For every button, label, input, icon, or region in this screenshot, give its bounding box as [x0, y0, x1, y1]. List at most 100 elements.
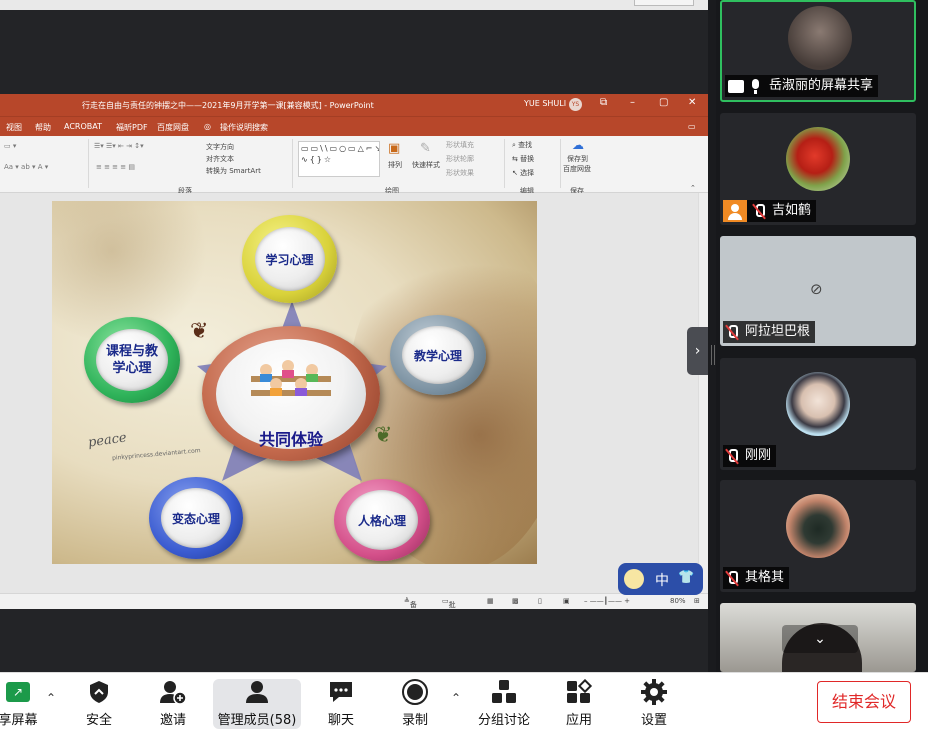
- apps-button[interactable]: 应用: [552, 679, 606, 729]
- user-icon: [723, 200, 747, 222]
- list-buttons[interactable]: ☰▾ ☰▾ ⇤ ⇥ ↕▾: [94, 142, 144, 150]
- bubble-abnormal-psychology: 变态心理: [149, 477, 243, 559]
- ime-floating-badge[interactable]: 中 👕: [618, 563, 703, 595]
- select-button[interactable]: ↖ 选择: [512, 168, 534, 178]
- avatar: [786, 127, 850, 191]
- avatar: [786, 372, 850, 436]
- convert-smartart[interactable]: 转换为 SmartArt: [206, 166, 261, 176]
- top-button[interactable]: [634, 0, 694, 6]
- slide-signature: peace: [87, 430, 128, 451]
- participant-tile[interactable]: 其格其: [720, 480, 916, 592]
- end-meeting-button[interactable]: 结束会议: [817, 681, 911, 723]
- font-controls[interactable]: Aa ▾ ab ▾ A ▾: [4, 163, 48, 171]
- fit-slide-icon[interactable]: ⊞: [694, 597, 700, 605]
- align-buttons[interactable]: ≡ ≡ ≡ ≡ ▤: [96, 163, 135, 171]
- replace-button[interactable]: ⇆ 替换: [512, 154, 534, 164]
- tell-me-search[interactable]: 操作说明搜索: [220, 122, 268, 133]
- video-off-icon: ⊘: [810, 280, 823, 298]
- divider-grip[interactable]: [711, 345, 715, 365]
- apps-icon: [552, 679, 606, 705]
- chat-icon: [314, 679, 368, 705]
- menu-view[interactable]: 视图: [6, 122, 22, 133]
- participant-tile[interactable]: 刚刚: [720, 358, 916, 470]
- find-button[interactable]: ⌕ 查找: [512, 140, 532, 150]
- quick-styles-icon[interactable]: ✎: [420, 141, 431, 156]
- normal-view-icon[interactable]: ▦: [487, 597, 494, 605]
- participant-name: 刚刚: [745, 448, 772, 463]
- bubble-curriculum-psychology: 课程与教学心理: [84, 317, 180, 403]
- participant-name: 其格其: [745, 570, 785, 585]
- ppt-window-title: 行走在自由与责任的钟摆之中——2021年9月开学第一课[兼容模式] - Powe…: [82, 101, 374, 110]
- gear-icon: [627, 679, 681, 705]
- shape-outline[interactable]: 形状轮廓: [446, 154, 474, 164]
- invite-button[interactable]: 邀请: [145, 679, 201, 729]
- participant-name: 阿拉坦巴根: [745, 324, 811, 339]
- maximize-icon[interactable]: ▢: [659, 97, 668, 108]
- shape-effects[interactable]: 形状效果: [446, 168, 474, 178]
- butterfly-decor-right: ❦: [374, 423, 393, 448]
- mic-muted-icon: [753, 203, 765, 219]
- slideshow-icon[interactable]: ▣: [563, 597, 570, 605]
- font-size-box[interactable]: ▭ ▾: [4, 142, 16, 150]
- slide-sorter-icon[interactable]: ▩: [512, 597, 519, 605]
- chevron-down-icon[interactable]: ⌄: [782, 625, 858, 653]
- top-strip: [0, 0, 708, 10]
- bubble-personality-psychology: 人格心理: [334, 479, 430, 561]
- menu-foxit-pdf[interactable]: 福昕PDF: [116, 122, 148, 133]
- classroom-kids-image: [251, 360, 331, 396]
- mic-muted-icon: [726, 324, 738, 340]
- slide-vertical-scrollbar[interactable]: [698, 193, 708, 593]
- baidu-netdisk-label: 百度网盘: [563, 165, 591, 173]
- share-options-caret[interactable]: ⌃: [46, 691, 56, 705]
- record-button[interactable]: 录制: [388, 679, 442, 729]
- ime-mode[interactable]: 中: [655, 570, 669, 590]
- menu-help[interactable]: 帮助: [35, 122, 51, 133]
- manage-participants-button[interactable]: 管理成员(58): [213, 679, 301, 729]
- ppt-status-bar: ≜ 备注 ▭ 批注 ▦ ▩ ▯ ▣ – ——┃—— + 80% ⊞: [0, 593, 708, 609]
- menu-baidu[interactable]: 百度网盘: [157, 122, 189, 133]
- align-text[interactable]: 对齐文本: [206, 154, 234, 164]
- powerpoint-window: 行走在自由与责任的钟摆之中——2021年9月开学第一课[兼容模式] - Powe…: [0, 94, 708, 609]
- collapse-ribbon-icon[interactable]: ⌃: [690, 184, 696, 192]
- save-to-button[interactable]: 保存到: [567, 154, 588, 164]
- zoom-slider[interactable]: – ——┃—— +: [584, 597, 630, 605]
- mic-muted-icon: [726, 570, 738, 586]
- lightbulb-icon: ◎: [204, 122, 211, 131]
- ppt-user-avatar[interactable]: YS: [569, 98, 582, 111]
- shapes-gallery[interactable]: ▭▭\\▭○▭△⌐↘⇨⇩↱▭◇↺⇨ ∿{}☆: [298, 141, 380, 177]
- record-options-caret[interactable]: ⌃: [451, 691, 461, 705]
- share-screen-button[interactable]: ↗ 享屏幕: [0, 679, 44, 729]
- close-icon[interactable]: ✕: [688, 97, 696, 108]
- reading-view-icon[interactable]: ▯: [538, 597, 542, 605]
- menu-acrobat[interactable]: ACROBAT: [64, 122, 102, 131]
- participant-name-tag: 阿拉坦巴根: [723, 321, 816, 343]
- butterfly-decor-left: ❦: [190, 319, 209, 344]
- participant-tile[interactable]: ⊘ 阿拉坦巴根: [720, 236, 916, 346]
- comments-button[interactable]: ▭ 批注: [442, 597, 456, 609]
- arrange-button[interactable]: 排列: [388, 160, 402, 170]
- participant-tile-sharing[interactable]: 岳淑丽的屏幕共享: [720, 0, 916, 102]
- notes-button[interactable]: ≜ 备注: [404, 597, 417, 609]
- avatar: [788, 6, 852, 70]
- settings-button[interactable]: 设置: [627, 679, 681, 729]
- meeting-toolbar: ↗ 享屏幕 ⌃ 安全 邀请 管理成员(58) 聊天 录制 ⌃ 分组讨论 应用 设…: [0, 672, 928, 730]
- quick-styles-button[interactable]: 快速样式: [412, 160, 440, 170]
- center-label: 共同体验: [258, 430, 323, 449]
- security-button[interactable]: 安全: [72, 679, 126, 729]
- participant-tile-video[interactable]: ⌄: [720, 603, 916, 672]
- breakout-rooms-button[interactable]: 分组讨论: [472, 679, 536, 729]
- text-direction[interactable]: 文字方向: [206, 142, 234, 152]
- zoom-level[interactable]: 80%: [670, 597, 686, 605]
- ppt-menu-bar: 视图 帮助 ACROBAT 福昕PDF 百度网盘 ◎ 操作说明搜索 ▭: [0, 116, 708, 136]
- minimize-icon[interactable]: –: [630, 97, 635, 108]
- shape-fill[interactable]: 形状填充: [446, 140, 474, 150]
- shirt-icon[interactable]: 👕: [678, 570, 694, 585]
- arrange-icon[interactable]: ▣: [388, 141, 400, 156]
- participant-video-panel: 岳淑丽的屏幕共享 吉如鹤 ⊘ 阿拉坦巴根 刚刚 其格其 ⌄: [716, 0, 928, 672]
- participant-tile[interactable]: 吉如鹤: [720, 113, 916, 225]
- expand-panel-arrow-icon[interactable]: ›: [687, 327, 708, 375]
- ribbon-display-icon[interactable]: ⧉: [600, 97, 607, 108]
- chat-button[interactable]: 聊天: [314, 679, 368, 729]
- comment-icon[interactable]: ▭: [688, 122, 696, 131]
- add-user-icon: [145, 679, 201, 705]
